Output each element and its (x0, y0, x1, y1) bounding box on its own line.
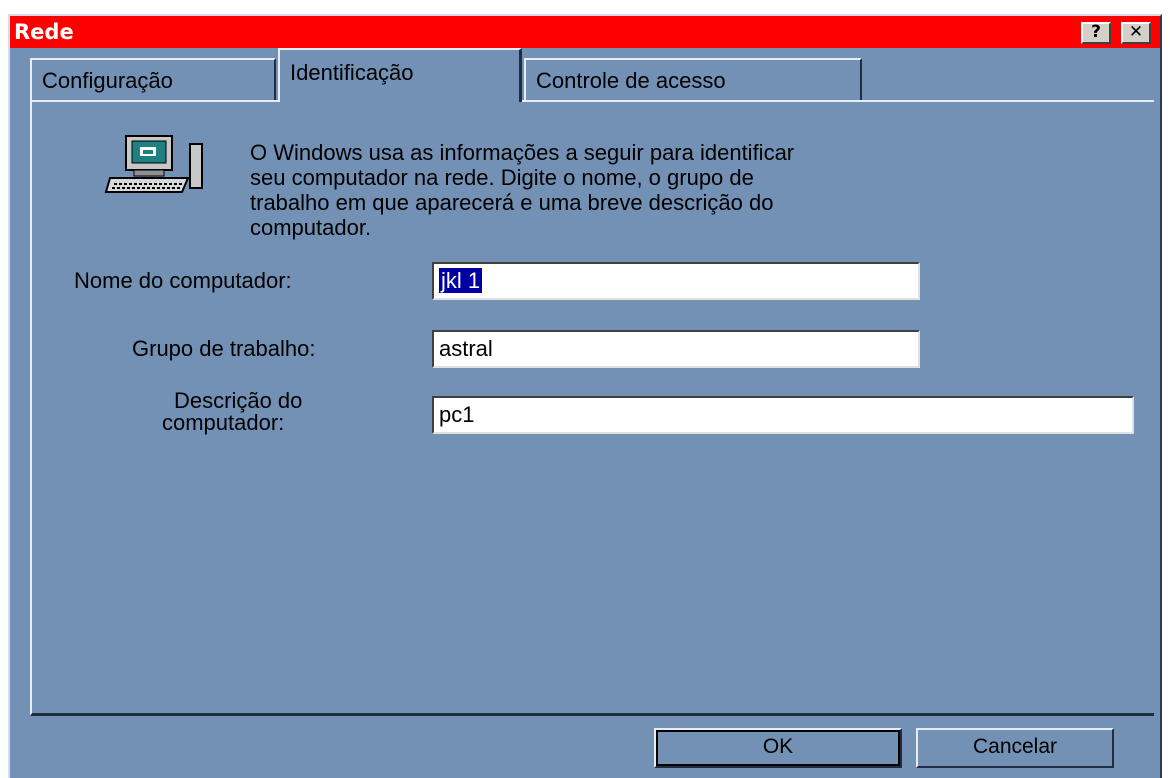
info-line: trabalho em que aparecerá e uma breve de… (250, 190, 774, 215)
tab-label: Identificação (290, 60, 414, 85)
tab-label: Configuração (42, 68, 173, 93)
close-button[interactable]: ✕ (1121, 22, 1151, 44)
tab-controle-de-acesso[interactable]: Controle de acesso (524, 58, 862, 100)
tab-label: Controle de acesso (536, 68, 726, 93)
tab-identificacao[interactable]: Identificação (278, 48, 522, 102)
description-value: pc1 (439, 402, 475, 427)
workgroup-input[interactable]: astral (432, 330, 920, 368)
title-bar[interactable]: Rede ? ✕ (10, 16, 1160, 48)
network-computer-icon (104, 135, 203, 193)
info-line: seu computador na rede. Digite o nome, o… (250, 165, 754, 190)
tab-configuracao[interactable]: Configuração (30, 58, 276, 100)
info-line: computador. (250, 215, 372, 240)
help-button[interactable]: ? (1081, 22, 1111, 44)
ok-button[interactable]: OK (654, 728, 902, 768)
description-label-line2: computador: (162, 410, 285, 435)
description-input[interactable]: pc1 (432, 396, 1134, 434)
info-line: O Windows usa as informações a seguir pa… (250, 140, 795, 165)
computer-name-input[interactable]: jkl 1 (432, 262, 920, 300)
identification-info-text: O Windows usa as informações a seguir pa… (250, 140, 1110, 240)
cancel-button[interactable]: Cancelar (916, 728, 1114, 768)
workgroup-value: astral (439, 336, 493, 361)
computer-name-label: Nome do computador: (74, 268, 292, 293)
computer-name-value: jkl 1 (439, 268, 483, 293)
workgroup-label: Grupo de trabalho: (132, 336, 316, 361)
window-title: Rede (14, 20, 74, 44)
